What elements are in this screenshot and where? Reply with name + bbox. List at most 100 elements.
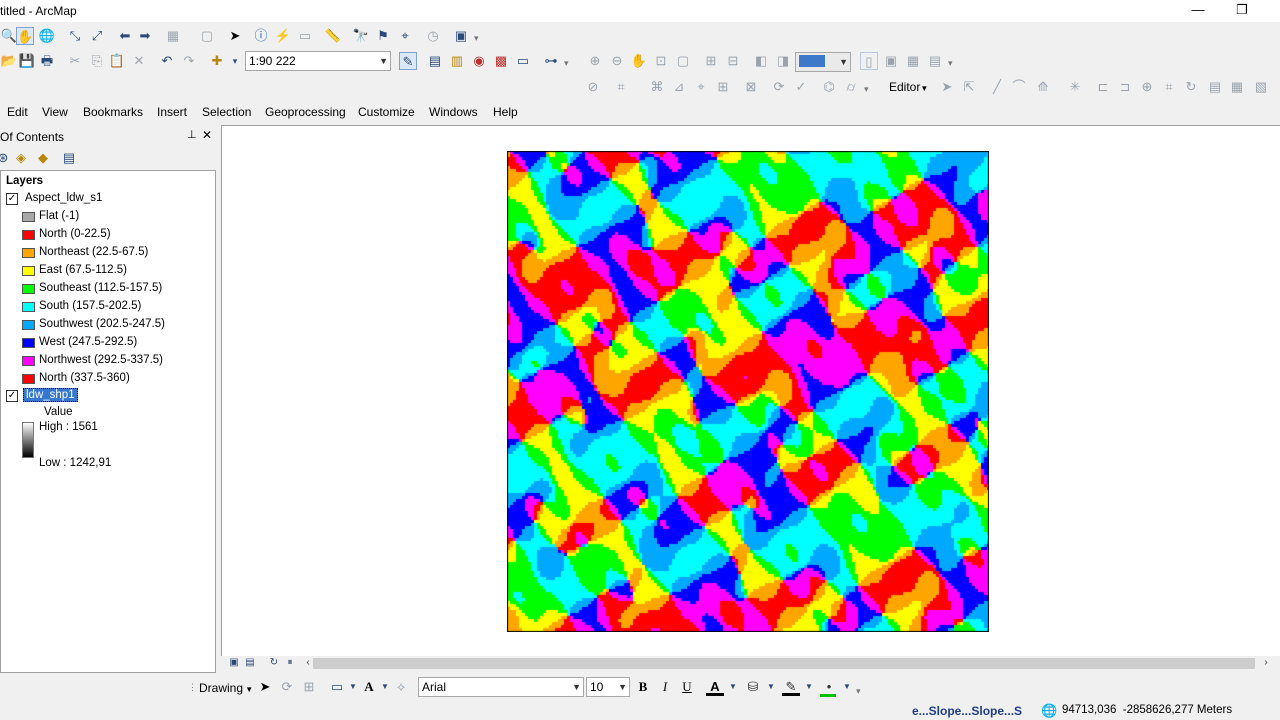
back-extent-icon[interactable]: ⬅ [116, 27, 134, 45]
menu-windows[interactable]: Windows [429, 105, 478, 119]
menu-geoprocessing[interactable]: Geoprocessing [265, 105, 346, 119]
zoom-100-icon[interactable]: ▢ [674, 52, 692, 70]
go-to-xy-icon[interactable]: ⌖ [396, 27, 414, 45]
add-data-icon[interactable]: ✚ [208, 52, 226, 70]
identify-icon[interactable]: ⓘ [252, 27, 270, 45]
toolbar-options-icon[interactable]: ▾ [474, 31, 482, 45]
save-icon[interactable]: 💾 [18, 52, 36, 70]
edit-tool-icon[interactable]: ➤ [938, 78, 956, 96]
scroll-right-icon[interactable]: › [1257, 654, 1275, 672]
fixed-zoom-out-icon[interactable]: ⤢ [88, 27, 106, 45]
validation-icon[interactable]: ✓ [792, 78, 810, 96]
toggle-draft-mode-icon[interactable]: ▯ [860, 52, 878, 70]
previous-layout-extent-icon[interactable]: ◧ [752, 52, 770, 70]
chevron-down-icon[interactable]: ▼ [724, 678, 742, 696]
arctoolbox-icon[interactable]: ▩ [492, 52, 510, 70]
layout-view-icon[interactable]: ▤ [241, 654, 259, 672]
list-by-source-icon[interactable]: ◈ [12, 149, 30, 167]
rotate-element-icon[interactable]: ⟳ [278, 678, 296, 696]
sketch-properties-icon[interactable]: ✳ [1066, 78, 1084, 96]
layout-zoom-out-icon[interactable]: ⊖ [608, 52, 626, 70]
editing-options-icon[interactable]: ▧ [1252, 78, 1270, 96]
toolbar-options-icon[interactable]: ▾ [864, 82, 872, 96]
zoom-to-elements-icon[interactable]: ⊞ [300, 678, 318, 696]
hyperlink-icon[interactable]: ⚡ [274, 27, 292, 45]
paste-icon[interactable]: 📋 [108, 52, 126, 70]
list-by-drawing-order-icon[interactable]: ⊛ [0, 149, 12, 167]
versioning-icon[interactable]: ⟳ [770, 78, 788, 96]
layout-pan-icon[interactable]: ✋ [630, 52, 648, 70]
search-window-icon[interactable]: ◉ [470, 52, 488, 70]
edit-annotation-icon[interactable]: ⇱ [960, 78, 978, 96]
rotate-icon[interactable]: ⊕ [1138, 78, 1156, 96]
undo-icon[interactable]: ↶ [158, 52, 176, 70]
copy-icon[interactable]: ⎘ [88, 52, 106, 70]
line-color-icon[interactable]: ✎ [782, 678, 800, 696]
zoom-whole-page-icon[interactable]: ⊡ [652, 52, 670, 70]
create-features-icon[interactable]: ▦ [1228, 78, 1246, 96]
font-name-combo[interactable]: Arial ▼ [418, 677, 584, 697]
catalog-icon[interactable]: ▥ [448, 52, 466, 70]
menu-view[interactable]: View [42, 105, 68, 119]
layout-zoom-in-icon[interactable]: ⊕ [586, 52, 604, 70]
bold-button[interactable]: B [634, 678, 652, 696]
find-icon[interactable]: 🔭 [352, 27, 370, 45]
map-scale-combo[interactable]: 1:90 222 ▼ [245, 51, 391, 71]
editor-menu[interactable]: Editor▼ [889, 80, 928, 94]
list-by-selection-icon[interactable]: ▤ [60, 149, 78, 167]
layers-root[interactable]: Layers [6, 175, 43, 187]
change-layout-icon[interactable]: ▦ [904, 52, 922, 70]
straight-segment-icon[interactable]: ╱ [988, 78, 1006, 96]
delete-icon[interactable]: ✕ [130, 52, 148, 70]
model-builder-icon[interactable]: ⊶ [542, 52, 560, 70]
fill-color-icon[interactable]: ⛁ [744, 678, 762, 696]
menu-selection[interactable]: Selection [202, 105, 251, 119]
menu-insert[interactable]: Insert [157, 105, 187, 119]
layout-zoom-combo[interactable]: ▼ [795, 52, 851, 72]
toolbar-options-icon[interactable]: ▾ [856, 684, 864, 698]
font-color-button[interactable]: A [706, 678, 724, 696]
chevron-down-icon[interactable]: ▼ [762, 678, 780, 696]
attributes-icon[interactable]: ▤ [1206, 78, 1224, 96]
edit-vertices-icon[interactable]: ⌗ [1160, 78, 1178, 96]
time-slider-icon[interactable]: ◷ [424, 27, 442, 45]
split-icon[interactable]: ⊐ [1116, 78, 1134, 96]
select-elements-icon[interactable]: ➤ [256, 678, 274, 696]
topology-icon[interactable]: ⌘ [648, 78, 666, 96]
parcel-editor-icon[interactable]: ⊞ [714, 78, 732, 96]
idw-layer-checkbox[interactable]: ✓ [6, 390, 18, 402]
chevron-down-icon[interactable]: ▼ [838, 678, 856, 696]
font-size-combo[interactable]: 10 ▼ [586, 677, 630, 697]
toolbar-options-icon[interactable]: ▾ [564, 56, 572, 70]
fixed-layout-zoom-icon[interactable]: ⊞ [702, 52, 720, 70]
cut-icon[interactable]: ✂ [66, 52, 84, 70]
fixed-zoom-in-icon[interactable]: ⤡ [66, 27, 84, 45]
editor-toolbar-icon[interactable]: ✎ [399, 52, 417, 70]
menu-help[interactable]: Help [493, 105, 518, 119]
select-features-icon[interactable]: ▦ [164, 27, 182, 45]
edit-vertices-icon[interactable]: ⟡ [392, 678, 410, 696]
menu-edit[interactable]: Edit [7, 105, 28, 119]
aspect-layer-checkbox[interactable]: ✓ [6, 193, 18, 205]
clear-selection-icon[interactable]: ▢ [198, 27, 216, 45]
close-panel-button[interactable]: ✕ [202, 128, 212, 142]
next-layout-extent-icon[interactable]: ◨ [774, 52, 792, 70]
idw-layer-name[interactable]: ldw_shp1 [23, 388, 78, 402]
list-by-visibility-icon[interactable]: ◆ [34, 149, 52, 167]
reshape-icon[interactable]: ↻ [1182, 78, 1200, 96]
html-popup-icon[interactable]: ▭ [296, 27, 314, 45]
horizontal-scrollbar[interactable] [313, 658, 1255, 669]
table-of-contents-icon[interactable]: ▤ [426, 52, 444, 70]
network-analyst-icon[interactable]: ⌭ [842, 78, 860, 96]
measure-icon[interactable]: 📏 [324, 27, 342, 45]
menu-customize[interactable]: Customize [358, 105, 415, 119]
focus-data-frame-icon[interactable]: ▣ [882, 52, 900, 70]
italic-button[interactable]: I [656, 678, 674, 696]
geometric-network-icon[interactable]: ⌬ [820, 78, 838, 96]
find-route-icon[interactable]: ⚑ [374, 27, 392, 45]
pin-icon[interactable]: ⊥ [187, 128, 197, 141]
python-window-icon[interactable]: ▭ [514, 52, 532, 70]
globe-icon[interactable]: 🌐 [38, 27, 56, 45]
redo-icon[interactable]: ↷ [180, 52, 198, 70]
chevron-down-icon[interactable]: ▼ [800, 678, 818, 696]
